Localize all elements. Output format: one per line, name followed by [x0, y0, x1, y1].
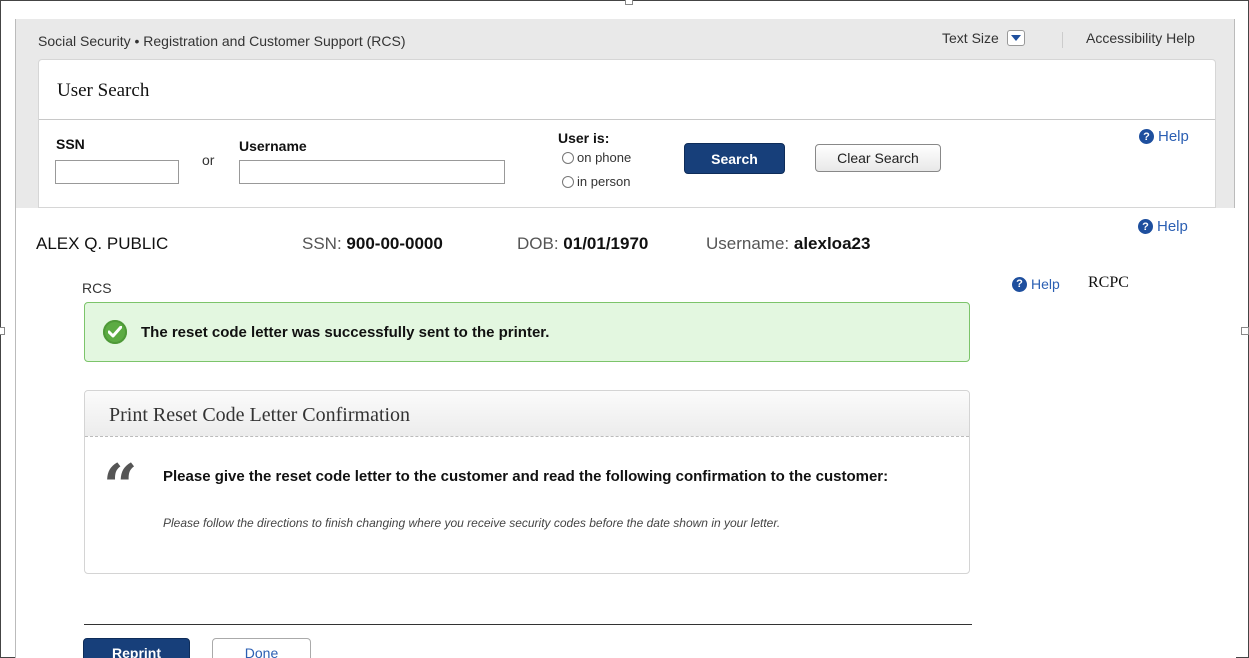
site-title: Social Security • Registration and Custo… [38, 33, 406, 49]
rcs-help-link[interactable]: ? Help [1012, 276, 1060, 292]
resize-handle-top[interactable] [625, 0, 633, 5]
username-value: alexloa23 [793, 234, 871, 253]
checkmark-icon [103, 320, 127, 344]
help-label: Help [1158, 128, 1189, 145]
rcs-label: RCS [82, 280, 112, 296]
confirmation-panel: Print Reset Code Letter Confirmation “ P… [84, 390, 970, 574]
rcs-application: Social Security • Registration and Custo… [15, 19, 1236, 658]
help-icon: ? [1139, 129, 1154, 144]
customer-results-panel: ? Help ALEX Q. PUBLIC SSN: 900-00-0000 D… [16, 208, 1236, 658]
search-button[interactable]: Search [684, 143, 785, 174]
radio-on-phone-label: on phone [577, 150, 632, 165]
confirmation-script: Please follow the directions to finish c… [163, 516, 781, 530]
ssn-input[interactable] [55, 160, 179, 184]
username-label: Username [239, 138, 307, 154]
ssn-key: SSN: [302, 234, 342, 253]
top-bar: Social Security • Registration and Custo… [16, 19, 1236, 59]
customer-ssn: SSN: 900-00-0000 [302, 234, 443, 254]
text-size-dropdown-button[interactable] [1006, 30, 1025, 46]
chevron-down-icon [1010, 35, 1021, 41]
done-button[interactable]: Done [212, 638, 311, 658]
username-key: Username: [706, 234, 790, 253]
actions-divider [84, 624, 972, 625]
accessibility-help-link[interactable]: Accessibility Help [1086, 30, 1195, 46]
clear-search-button[interactable]: Clear Search [815, 144, 941, 172]
help-label: Help [1031, 276, 1060, 292]
reprint-button[interactable]: Reprint [83, 638, 190, 658]
success-message: The reset code letter was successfully s… [141, 323, 550, 341]
user-search-title: User Search [39, 60, 1215, 120]
window-frame: Social Security • Registration and Custo… [0, 0, 1249, 658]
help-label: Help [1157, 218, 1188, 235]
radio-button[interactable] [562, 175, 574, 188]
help-icon: ? [1138, 219, 1153, 234]
username-input[interactable] [239, 160, 505, 184]
header-separator [1062, 32, 1063, 48]
or-label: or [202, 152, 215, 168]
customer-name: ALEX Q. PUBLIC [36, 234, 169, 253]
quote-icon: “ [103, 452, 138, 522]
resize-handle-left[interactable] [0, 327, 5, 335]
ssn-value: 900-00-0000 [346, 234, 443, 253]
radio-button[interactable] [562, 151, 574, 164]
dob-value: 01/01/1970 [563, 234, 649, 253]
customer-username: Username: alexloa23 [706, 234, 870, 254]
radio-in-person-label: in person [577, 174, 631, 189]
user-search-card: User Search SSN or Username User is: on … [38, 59, 1216, 208]
confirmation-title: Print Reset Code Letter Confirmation [85, 391, 969, 437]
radio-on-phone[interactable]: on phone [562, 150, 631, 165]
radio-in-person[interactable]: in person [562, 174, 630, 189]
search-help-link[interactable]: ? Help [1139, 128, 1189, 145]
confirmation-instruction: Please give the reset code letter to the… [163, 468, 889, 485]
text-size-label: Text Size [942, 30, 999, 46]
customer-help-link[interactable]: ? Help [1138, 218, 1188, 235]
help-icon: ? [1012, 276, 1027, 292]
resize-handle-right[interactable] [1241, 327, 1249, 335]
success-alert: The reset code letter was successfully s… [84, 302, 970, 362]
dob-key: DOB: [517, 234, 559, 253]
text-size-control: Text Size [942, 30, 1025, 46]
ssn-label: SSN [56, 136, 85, 152]
user-is-label: User is: [558, 130, 610, 146]
rcpc-label: RCPC [1088, 274, 1129, 291]
customer-dob: DOB: 01/01/1970 [517, 234, 648, 254]
